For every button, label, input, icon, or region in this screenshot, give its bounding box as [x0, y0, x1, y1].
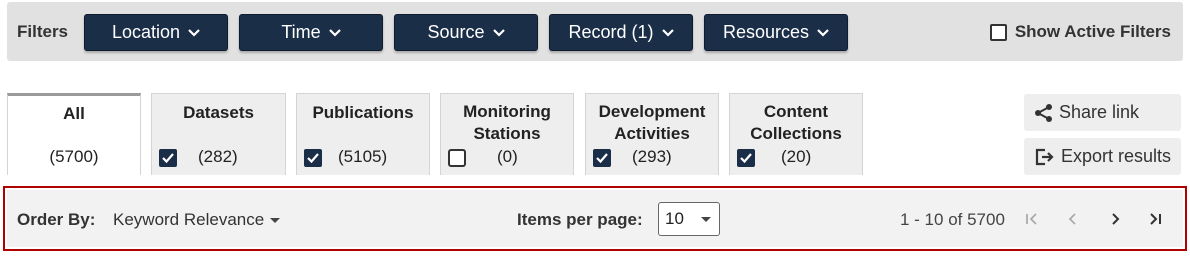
share-link-button[interactable]: Share link — [1024, 94, 1181, 131]
export-results-label: Export results — [1061, 146, 1172, 166]
show-active-filters-label: Show Active Filters — [1014, 22, 1171, 41]
first-page-button[interactable] — [1021, 208, 1043, 230]
time-filter-label: Time — [281, 22, 321, 42]
tab-monitoring-stations[interactable]: Monitoring Stations (0) — [440, 93, 574, 175]
show-active-filters-checkbox[interactable] — [989, 23, 1007, 41]
export-icon — [1035, 148, 1054, 165]
checkbox-checked-icon[interactable] — [593, 149, 611, 167]
location-filter-label: Location — [111, 22, 181, 42]
resources-filter-button[interactable]: Resources — [704, 14, 848, 51]
tab-all[interactable]: All (5700) — [7, 93, 141, 175]
share-link-label: Share link — [1059, 102, 1140, 122]
tab-title: Development Activities — [598, 102, 706, 143]
first-page-icon — [1026, 213, 1037, 225]
chevron-down-icon — [661, 28, 674, 37]
tab-publications[interactable]: Publications (5105) — [296, 93, 430, 175]
tab-development-activities[interactable]: Development Activities (293) — [585, 93, 719, 175]
results-range: 1 - 10 of 5700 — [900, 210, 1005, 229]
items-per-page-select[interactable]: 10 — [658, 202, 720, 236]
share-icon — [1035, 103, 1052, 122]
checkbox-checked-icon[interactable] — [159, 149, 177, 167]
tab-count: (20) — [781, 147, 812, 166]
filters-label: Filters — [17, 22, 69, 41]
tab-content-collections[interactable]: Content Collections (20) — [729, 93, 863, 175]
caret-down-icon — [270, 217, 281, 223]
tab-title: Publications — [312, 103, 414, 122]
source-filter-label: Source — [427, 22, 485, 42]
time-filter-button[interactable]: Time — [239, 14, 383, 51]
order-by-dropdown[interactable]: Keyword Relevance — [113, 210, 281, 230]
order-by-label: Order By: — [17, 210, 96, 229]
tab-count: (293) — [632, 147, 672, 166]
checkbox-empty-icon[interactable] — [448, 149, 466, 167]
location-filter-button[interactable]: Location — [84, 14, 228, 51]
caret-down-icon — [701, 217, 711, 222]
tab-datasets[interactable]: Datasets (282) — [151, 93, 286, 175]
tab-count: (5700) — [49, 147, 99, 166]
next-page-button[interactable] — [1104, 208, 1126, 230]
tab-count: (5105) — [338, 147, 388, 166]
tab-title: Content Collections — [750, 102, 842, 143]
filters-bar: Filters Location Time Source Record (1) … — [7, 2, 1183, 61]
chevron-down-icon — [328, 28, 341, 37]
chevron-right-icon — [1112, 213, 1120, 225]
record-filter-label: Record (1) — [568, 22, 654, 42]
tab-title: Datasets — [183, 103, 254, 122]
show-active-filters-toggle[interactable]: Show Active Filters — [989, 22, 1171, 42]
source-filter-button[interactable]: Source — [394, 14, 538, 51]
chevron-left-icon — [1068, 213, 1076, 225]
last-page-button[interactable] — [1144, 208, 1166, 230]
items-per-page-label: Items per page: — [517, 210, 643, 229]
chevron-down-icon — [188, 28, 200, 37]
tab-count: (0) — [497, 147, 518, 166]
tab-count: (282) — [198, 147, 238, 166]
tab-title: Monitoring Stations — [463, 102, 551, 143]
tab-title: All — [63, 104, 85, 123]
checkbox-checked-icon[interactable] — [304, 149, 322, 167]
results-toolbar: Order By: Keyword Relevance Items per pa… — [3, 186, 1187, 251]
checkbox-checked-icon[interactable] — [737, 149, 755, 167]
previous-page-button[interactable] — [1062, 208, 1084, 230]
items-per-page-value: 10 — [665, 209, 684, 228]
export-results-button[interactable]: Export results — [1024, 138, 1181, 175]
last-page-icon — [1150, 213, 1161, 225]
resources-filter-label: Resources — [722, 22, 810, 42]
chevron-down-icon — [817, 28, 829, 37]
order-by-value: Keyword Relevance — [113, 210, 265, 229]
record-filter-button[interactable]: Record (1) — [549, 14, 693, 51]
chevron-down-icon — [492, 28, 505, 37]
